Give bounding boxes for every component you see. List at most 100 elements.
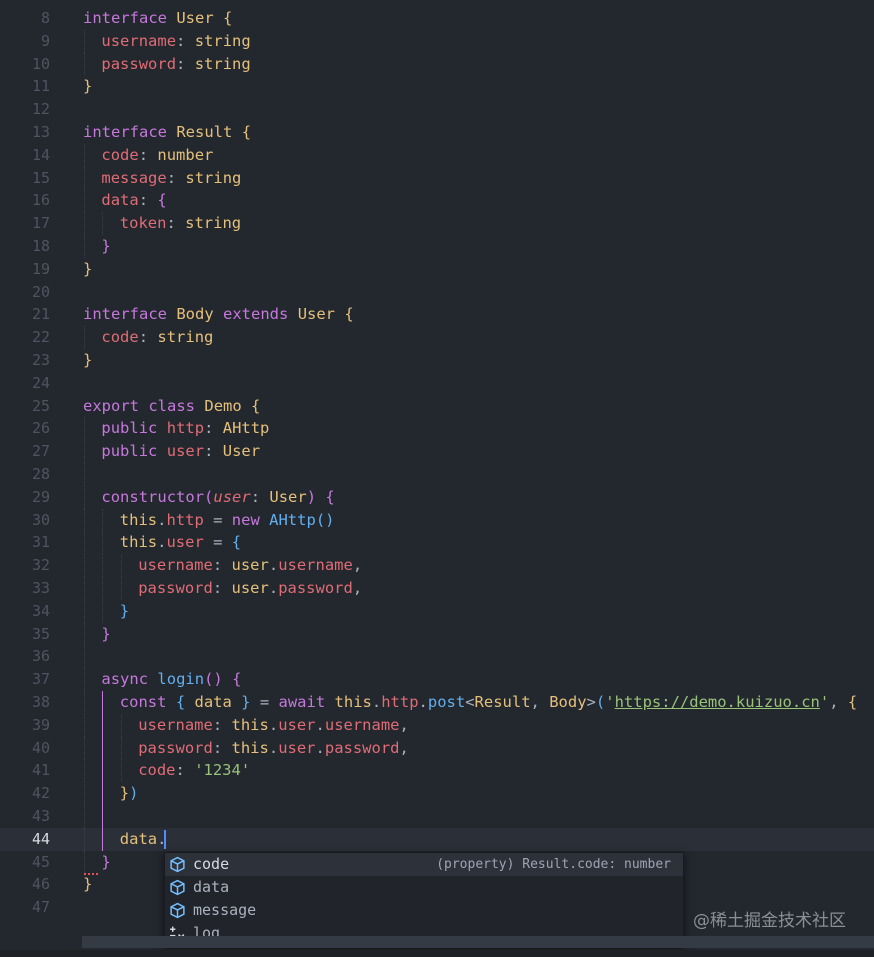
code-line-9[interactable]: 9 username: string [0, 30, 874, 53]
code-text: interface Result { [83, 121, 251, 144]
indent-guide [102, 508, 104, 532]
code-token: ) [306, 487, 317, 506]
code-token: data [194, 693, 232, 711]
code-line-12[interactable]: 12 [0, 98, 874, 121]
code-line-26[interactable]: 26 public http: AHttp [0, 417, 874, 440]
line-number: 34 [31, 601, 50, 620]
code-line-29[interactable]: 29 constructor(user: User) { [0, 486, 874, 509]
indent-guide [84, 485, 85, 509]
suggest-item-message[interactable]: message [165, 899, 683, 922]
code-line-40[interactable]: 40 password: this.user.password, [0, 737, 874, 760]
code-line-24[interactable]: 24 [0, 372, 874, 395]
code-line-13[interactable]: 13 interface Result { [0, 121, 874, 144]
indent-guide [120, 736, 122, 760]
code-line-31[interactable]: 31 this.user = { [0, 531, 874, 554]
code-token: Body [176, 305, 214, 324]
code-text: password: this.user.password, [138, 737, 409, 760]
error-squiggle [84, 869, 98, 875]
horizontal-scrollbar[interactable] [82, 936, 874, 948]
code-token: export [83, 396, 139, 415]
code-line-19[interactable]: 19} [0, 258, 874, 281]
line-number: 46 [31, 875, 50, 894]
indent-guide [84, 212, 85, 235]
code-token: string [194, 54, 251, 73]
code-token: user [166, 533, 204, 552]
code-token: async [101, 670, 149, 689]
code-line-15[interactable]: 15 message: string [0, 167, 874, 190]
code-line-10[interactable]: 10 password: string [0, 53, 874, 76]
code-token: , [530, 693, 550, 711]
code-line-22[interactable]: 22 code: string [0, 326, 874, 349]
code-line-14[interactable]: 14 code: number [0, 144, 874, 167]
code-line-25[interactable]: 25 export class Demo { [0, 395, 874, 418]
code-token: this [119, 533, 158, 552]
code-token: user [213, 487, 251, 506]
code-token: username [278, 556, 353, 575]
code-token: data [119, 829, 158, 848]
code-token: : [138, 191, 158, 210]
code-line-30[interactable]: 30 this.http = new AHttp() [0, 509, 874, 532]
code-token: , [829, 693, 848, 711]
code-text: } [120, 600, 129, 623]
code-line-27[interactable]: 27 public user: User [0, 440, 874, 463]
code-line-8[interactable]: 8 interface User { [0, 7, 874, 30]
code-token: '1234' [194, 761, 251, 780]
indent-guide [84, 713, 85, 737]
code-line-32[interactable]: 32 username: user.username, [0, 554, 874, 577]
code-line-17[interactable]: 17 token: string [0, 212, 874, 235]
code-line-20[interactable]: 20 [0, 281, 874, 304]
code-line-16[interactable]: 16 data: { [0, 189, 874, 212]
code-line-41[interactable]: 41 code: '1234' [0, 759, 874, 782]
code-line-33[interactable]: 33 password: user.password, [0, 577, 874, 600]
code-line-28[interactable]: 28 [0, 463, 874, 486]
indent-guide [102, 577, 104, 600]
code-line-23[interactable]: 23} [0, 349, 874, 372]
watermark: @稀土掘金技术社区 [693, 911, 846, 931]
code-token: ) [129, 784, 139, 803]
code-token: code [101, 328, 139, 347]
code-line-38[interactable]: 38 const { data } = await this.http.post<… [0, 691, 874, 714]
code-text: password: string [101, 53, 250, 76]
code-token: string [157, 328, 214, 347]
code-line-37[interactable]: 37 async login() { [0, 668, 874, 691]
code-token: { [344, 305, 354, 324]
code-line-35[interactable]: 35} [0, 623, 874, 646]
suggest-widget[interactable]: code (property) Result.code: number data me… [164, 852, 684, 948]
indent-guide [84, 691, 85, 714]
code-line-11[interactable]: 11} [0, 75, 874, 98]
code-token: data [101, 191, 139, 210]
code-token: : [138, 328, 158, 347]
code-line-36[interactable]: 36 [0, 645, 874, 668]
suggest-item-data[interactable]: data [165, 876, 683, 899]
code-line-21[interactable]: 21 interface Body extends User { [0, 303, 874, 326]
code-token: AHttp [269, 510, 316, 529]
indent-guide [84, 166, 85, 190]
code-line-44[interactable]: 44 data. [0, 827, 874, 851]
code-line-42[interactable]: 42}) [0, 782, 874, 805]
indent-guide [84, 463, 85, 486]
code-line-39[interactable]: 39 username: this.user.username, [0, 714, 874, 737]
code-token: ' [819, 693, 830, 711]
code-text: message: string [101, 167, 241, 190]
code-text: code: number [101, 144, 213, 167]
suggest-item-code[interactable]: code (property) Result.code: number [165, 853, 683, 876]
code-editor[interactable]: 8 interface User {9 username: string 10 pass… [0, 0, 874, 957]
code-line-18[interactable]: 18} [0, 235, 874, 258]
code-text: interface Body extends User { [83, 303, 354, 326]
code-text: interface User { [83, 7, 232, 30]
code-line-43[interactable]: 43 [0, 805, 874, 828]
code-token: } [83, 259, 93, 278]
indent-guide [102, 736, 104, 760]
code-token: . [268, 556, 279, 575]
indent-guide [84, 29, 85, 53]
code-line-34[interactable]: 34} [0, 600, 874, 623]
code-token: message [101, 168, 167, 187]
code-token: http [166, 510, 204, 529]
code-token: () [204, 670, 223, 689]
code-token: . [268, 715, 279, 734]
